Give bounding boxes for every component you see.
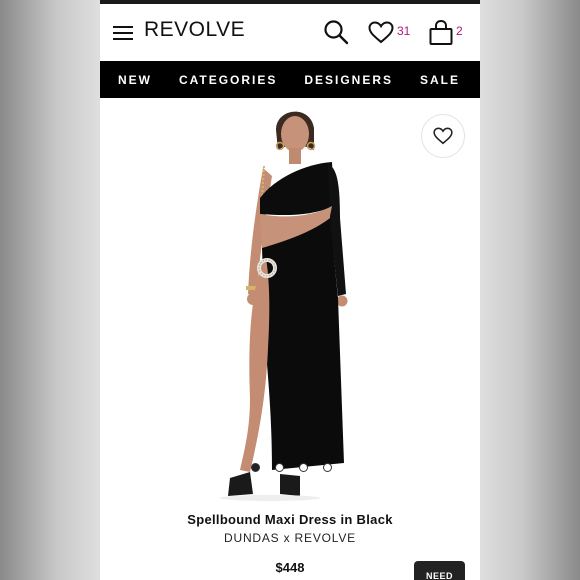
shopping-bag-icon[interactable] (428, 19, 454, 47)
main-navigation: NEW CATEGORIES DESIGNERS SALE (100, 61, 480, 98)
carousel-dot[interactable] (251, 463, 260, 472)
image-carousel-dots (251, 463, 332, 472)
carousel-dot[interactable] (299, 463, 308, 472)
product-title: Spellbound Maxi Dress in Black (187, 512, 393, 527)
carousel-dot[interactable] (323, 463, 332, 472)
bag-count-badge: 2 (456, 24, 463, 38)
product-brand[interactable]: DUNDAS x REVOLVE (100, 531, 480, 545)
nav-categories[interactable]: CATEGORIES (179, 73, 277, 87)
model-in-dress-illustration (220, 111, 348, 501)
site-logo[interactable]: REVOLVE (144, 18, 245, 42)
product-image[interactable] (100, 98, 480, 503)
heart-outline-icon (433, 127, 453, 145)
wishlist-count-badge: 31 (397, 24, 411, 38)
add-to-wishlist-button[interactable] (421, 114, 465, 158)
phone-screen: REVOLVE 31 2 NEW CATEGORIES DESIGNERS SA… (100, 0, 480, 580)
carousel-dot[interactable] (275, 463, 284, 472)
need-help-button[interactable]: NEED (414, 561, 465, 580)
nav-new[interactable]: NEW (118, 73, 152, 87)
wishlist-heart-icon[interactable] (368, 21, 394, 44)
nav-designers[interactable]: DESIGNERS (304, 73, 393, 87)
menu-icon[interactable] (113, 26, 133, 40)
nav-sale[interactable]: SALE (420, 73, 460, 87)
search-icon[interactable] (323, 19, 349, 45)
site-header: REVOLVE 31 2 (100, 4, 480, 61)
